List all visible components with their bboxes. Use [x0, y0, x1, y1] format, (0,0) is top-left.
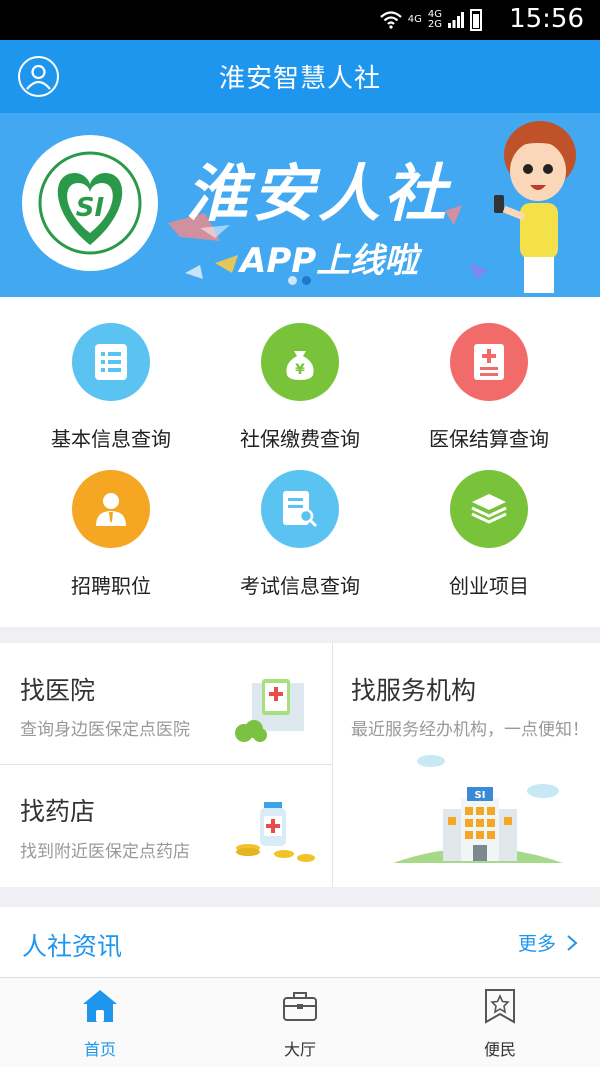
layers-icon — [450, 470, 528, 548]
tab-label: 便民 — [483, 1040, 516, 1059]
wifi-icon — [380, 11, 402, 29]
news-title: 人社资讯 — [22, 932, 123, 961]
service-grid: 基本信息查询 ¥ 社保缴费查询 医保结算查询 招聘职位 考试信息查询 创业项目 — [0, 297, 600, 627]
tab-home[interactable]: 首页 — [0, 978, 200, 1067]
bookmark-star-icon — [485, 989, 515, 1024]
carousel-dot-1[interactable] — [288, 276, 297, 285]
medical-doc-icon — [450, 323, 528, 401]
tab-hall[interactable]: 大厅 — [200, 978, 400, 1067]
bottom-tab-bar: 首页 大厅 便民 — [0, 977, 600, 1067]
service-exam-info[interactable]: 考试信息查询 — [200, 470, 400, 599]
briefcase-icon — [283, 992, 317, 1021]
card-title: 找医院 — [20, 676, 96, 705]
service-recruitment[interactable]: 招聘职位 — [11, 470, 211, 599]
cartoon-mascot — [494, 121, 576, 293]
service-startup-projects[interactable]: 创业项目 — [389, 470, 589, 599]
find-pharmacy-card[interactable]: 找药店 找到附近医保定点药店 — [0, 765, 332, 887]
service-label: 创业项目 — [449, 574, 529, 598]
status-icons: 4G 4G 2G — [380, 8, 482, 32]
logo-mark: SI — [76, 193, 105, 223]
home-icon — [83, 990, 117, 1022]
hahrss-logo: SI HAHRSS — [20, 133, 160, 273]
building-illustration: SI — [393, 755, 563, 863]
service-basic-info[interactable]: 基本信息查询 — [11, 323, 211, 452]
clock: 15:56 — [509, 4, 584, 34]
more-label: 更多 — [517, 933, 556, 955]
tab-convenience[interactable]: 便民 — [400, 978, 600, 1067]
logo-text: HAHRSS — [63, 257, 117, 268]
card-subtitle: 找到附近医保定点药店 — [20, 842, 190, 862]
signal-icon — [448, 12, 464, 28]
network-type-2: 4G 2G — [427, 9, 442, 30]
card-subtitle: 查询身边医保定点医院 — [20, 720, 190, 740]
service-label: 考试信息查询 — [240, 574, 360, 598]
app-header: 淮安智慧人社 — [0, 40, 600, 113]
promo-banner[interactable]: SI HAHRSS 淮安人社 APP上线啦 — [0, 113, 600, 297]
find-hospital-card[interactable]: 找医院 查询身边医保定点医院 — [0, 643, 332, 764]
chevron-right-icon — [567, 935, 578, 951]
money-bag-icon: ¥ — [261, 323, 339, 401]
service-label: 基本信息查询 — [51, 427, 171, 451]
service-label: 社保缴费查询 — [240, 427, 360, 451]
carousel-dot-2[interactable] — [302, 276, 311, 285]
tab-label: 首页 — [83, 1040, 116, 1059]
service-social-payment[interactable]: ¥ 社保缴费查询 — [200, 323, 400, 452]
building-sign: SI — [475, 790, 486, 801]
network-type-1: 4G — [407, 14, 422, 25]
card-subtitle: 最近服务经办机构，一点便知！ — [351, 720, 589, 740]
search-doc-icon — [261, 470, 339, 548]
news-more-link[interactable]: 更多 — [518, 929, 578, 956]
page-title: 淮安智慧人社 — [218, 64, 381, 94]
news-section-header: 人社资讯 更多 — [0, 907, 600, 977]
banner-headline: 淮安人社 — [186, 157, 451, 230]
battery-icon — [470, 9, 482, 31]
find-service-agency-card[interactable]: 找服务机构 最近服务经办机构，一点便知！ SI — [333, 643, 600, 887]
medicine-illustration — [236, 802, 315, 862]
service-medical-settlement[interactable]: 医保结算查询 — [389, 323, 589, 452]
tab-label: 大厅 — [283, 1040, 316, 1059]
person-icon — [72, 470, 150, 548]
service-label: 招聘职位 — [71, 574, 151, 598]
list-icon — [72, 323, 150, 401]
service-label: 医保结算查询 — [429, 427, 549, 451]
card-title: 找药店 — [20, 797, 96, 826]
banner-subline: APP上线啦 — [240, 241, 419, 281]
finder-cards: 找医院 查询身边医保定点医院 找药店 找到附近医保定点药店 找服务机构 最近服务… — [0, 643, 600, 887]
status-bar: 4G 4G 2G 15:56 — [0, 0, 600, 40]
hospital-illustration — [235, 679, 304, 742]
card-title: 找服务机构 — [351, 676, 477, 705]
svg-text:¥: ¥ — [295, 362, 305, 378]
